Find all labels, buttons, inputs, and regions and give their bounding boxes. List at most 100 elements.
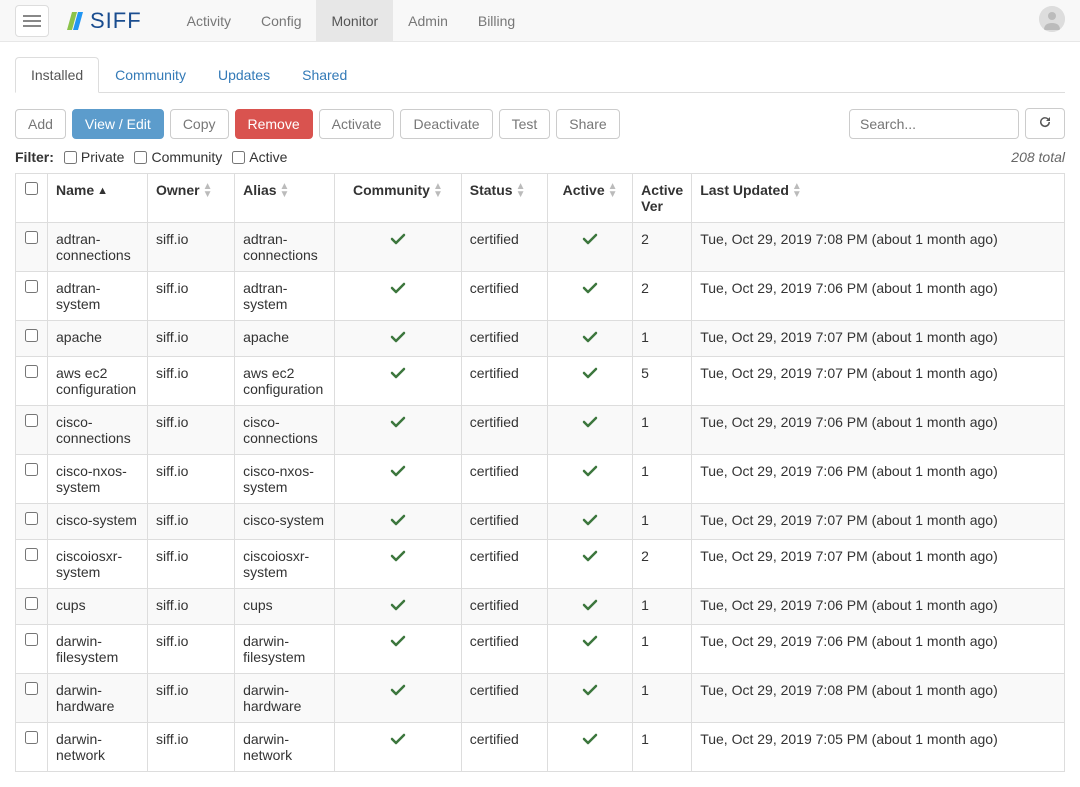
sub-tabs: InstalledCommunityUpdatesShared <box>15 57 1065 93</box>
cell-alias: darwin-network <box>235 723 335 772</box>
table-row[interactable]: cupssiff.iocupscertified1Tue, Oct 29, 20… <box>16 589 1065 625</box>
cell-alias: adtran-system <box>235 272 335 321</box>
cell-name: cups <box>48 589 148 625</box>
filter-private-checkbox[interactable] <box>64 151 77 164</box>
cell-alias: darwin-filesystem <box>235 625 335 674</box>
table-row[interactable]: adtran-systemsiff.ioadtran-systemcertifi… <box>16 272 1065 321</box>
row-checkbox[interactable] <box>25 633 38 646</box>
table-row[interactable]: darwin-filesystemsiff.iodarwin-filesyste… <box>16 625 1065 674</box>
check-icon <box>390 633 406 649</box>
tab-installed[interactable]: Installed <box>15 57 99 93</box>
cell-updated: Tue, Oct 29, 2019 7:07 PM (about 1 month… <box>692 357 1065 406</box>
cell-community <box>335 272 462 321</box>
col-alias[interactable]: Alias▲▼ <box>235 174 335 223</box>
search-input[interactable] <box>849 109 1019 139</box>
nav-item-monitor[interactable]: Monitor <box>316 0 393 42</box>
share-button[interactable]: Share <box>556 109 619 139</box>
col-owner[interactable]: Owner▲▼ <box>148 174 235 223</box>
cell-ver: 2 <box>633 223 692 272</box>
row-checkbox[interactable] <box>25 512 38 525</box>
row-checkbox[interactable] <box>25 414 38 427</box>
activate-button[interactable]: Activate <box>319 109 395 139</box>
user-avatar-icon[interactable] <box>1039 6 1065 32</box>
filter-active-checkbox[interactable] <box>232 151 245 164</box>
filter-community[interactable]: Community <box>134 149 222 165</box>
cell-status: certified <box>461 589 547 625</box>
refresh-button[interactable] <box>1025 108 1065 139</box>
cell-active <box>547 272 632 321</box>
check-icon <box>582 548 598 564</box>
nav-item-billing[interactable]: Billing <box>463 0 530 42</box>
row-checkbox[interactable] <box>25 329 38 342</box>
check-icon <box>390 365 406 381</box>
select-all-checkbox[interactable] <box>25 182 38 195</box>
nav-item-admin[interactable]: Admin <box>393 0 463 42</box>
cell-active <box>547 504 632 540</box>
check-icon <box>390 512 406 528</box>
deactivate-button[interactable]: Deactivate <box>400 109 492 139</box>
cell-ver: 1 <box>633 321 692 357</box>
filter-active[interactable]: Active <box>232 149 287 165</box>
col-status[interactable]: Status▲▼ <box>461 174 547 223</box>
filter-community-checkbox[interactable] <box>134 151 147 164</box>
table-row[interactable]: aws ec2 configurationsiff.ioaws ec2 conf… <box>16 357 1065 406</box>
filter-private[interactable]: Private <box>64 149 125 165</box>
check-icon <box>582 512 598 528</box>
row-checkbox[interactable] <box>25 463 38 476</box>
cell-updated: Tue, Oct 29, 2019 7:07 PM (about 1 month… <box>692 504 1065 540</box>
nav-items: ActivityConfigMonitorAdminBilling <box>172 0 531 42</box>
remove-button[interactable]: Remove <box>235 109 313 139</box>
add-button[interactable]: Add <box>15 109 66 139</box>
cell-alias: apache <box>235 321 335 357</box>
table-row[interactable]: apachesiff.ioapachecertified1Tue, Oct 29… <box>16 321 1065 357</box>
view-edit-button[interactable]: View / Edit <box>72 109 164 139</box>
col-active[interactable]: Active▲▼ <box>547 174 632 223</box>
table-row[interactable]: darwin-hardwaresiff.iodarwin-hardwarecer… <box>16 674 1065 723</box>
table-row[interactable]: cisco-systemsiff.iocisco-systemcertified… <box>16 504 1065 540</box>
cell-community <box>335 321 462 357</box>
test-button[interactable]: Test <box>499 109 551 139</box>
cell-ver: 1 <box>633 406 692 455</box>
col-active-ver[interactable]: Active Ver <box>633 174 692 223</box>
table-row[interactable]: cisco-connectionssiff.iocisco-connection… <box>16 406 1065 455</box>
tab-updates[interactable]: Updates <box>202 57 286 93</box>
col-community[interactable]: Community▲▼ <box>335 174 462 223</box>
copy-button[interactable]: Copy <box>170 109 229 139</box>
brand-text: SIFF <box>90 8 142 34</box>
cell-name: cisco-system <box>48 504 148 540</box>
table-row[interactable]: adtran-connectionssiff.ioadtran-connecti… <box>16 223 1065 272</box>
table-row[interactable]: ciscoiosxr-systemsiff.iociscoiosxr-syste… <box>16 540 1065 589</box>
row-checkbox[interactable] <box>25 231 38 244</box>
cell-active <box>547 321 632 357</box>
cell-active <box>547 223 632 272</box>
check-icon <box>390 329 406 345</box>
sort-icon: ▲▼ <box>280 183 290 199</box>
nav-item-activity[interactable]: Activity <box>172 0 246 42</box>
col-last-updated[interactable]: Last Updated▲▼ <box>692 174 1065 223</box>
check-icon <box>582 463 598 479</box>
row-checkbox[interactable] <box>25 280 38 293</box>
row-checkbox[interactable] <box>25 597 38 610</box>
check-icon <box>582 365 598 381</box>
tab-community[interactable]: Community <box>99 57 202 93</box>
brand-logo[interactable]: SIFF <box>64 8 142 34</box>
cell-status: certified <box>461 272 547 321</box>
cell-status: certified <box>461 674 547 723</box>
cell-name: adtran-connections <box>48 223 148 272</box>
table-row[interactable]: darwin-networksiff.iodarwin-networkcerti… <box>16 723 1065 772</box>
row-checkbox[interactable] <box>25 682 38 695</box>
menu-toggle[interactable] <box>15 5 49 37</box>
tab-shared[interactable]: Shared <box>286 57 363 93</box>
col-name[interactable]: Name▲ <box>48 174 148 223</box>
row-checkbox[interactable] <box>25 731 38 744</box>
items-table: Name▲ Owner▲▼ Alias▲▼ Community▲▼ Status… <box>15 173 1065 772</box>
cell-owner: siff.io <box>148 406 235 455</box>
nav-right <box>1039 6 1065 35</box>
cell-owner: siff.io <box>148 625 235 674</box>
nav-item-config[interactable]: Config <box>246 0 316 42</box>
filter-row: Filter: Private Community Active 208 tot… <box>15 149 1065 165</box>
row-checkbox[interactable] <box>25 548 38 561</box>
table-row[interactable]: cisco-nxos-systemsiff.iocisco-nxos-syste… <box>16 455 1065 504</box>
cell-community <box>335 357 462 406</box>
row-checkbox[interactable] <box>25 365 38 378</box>
